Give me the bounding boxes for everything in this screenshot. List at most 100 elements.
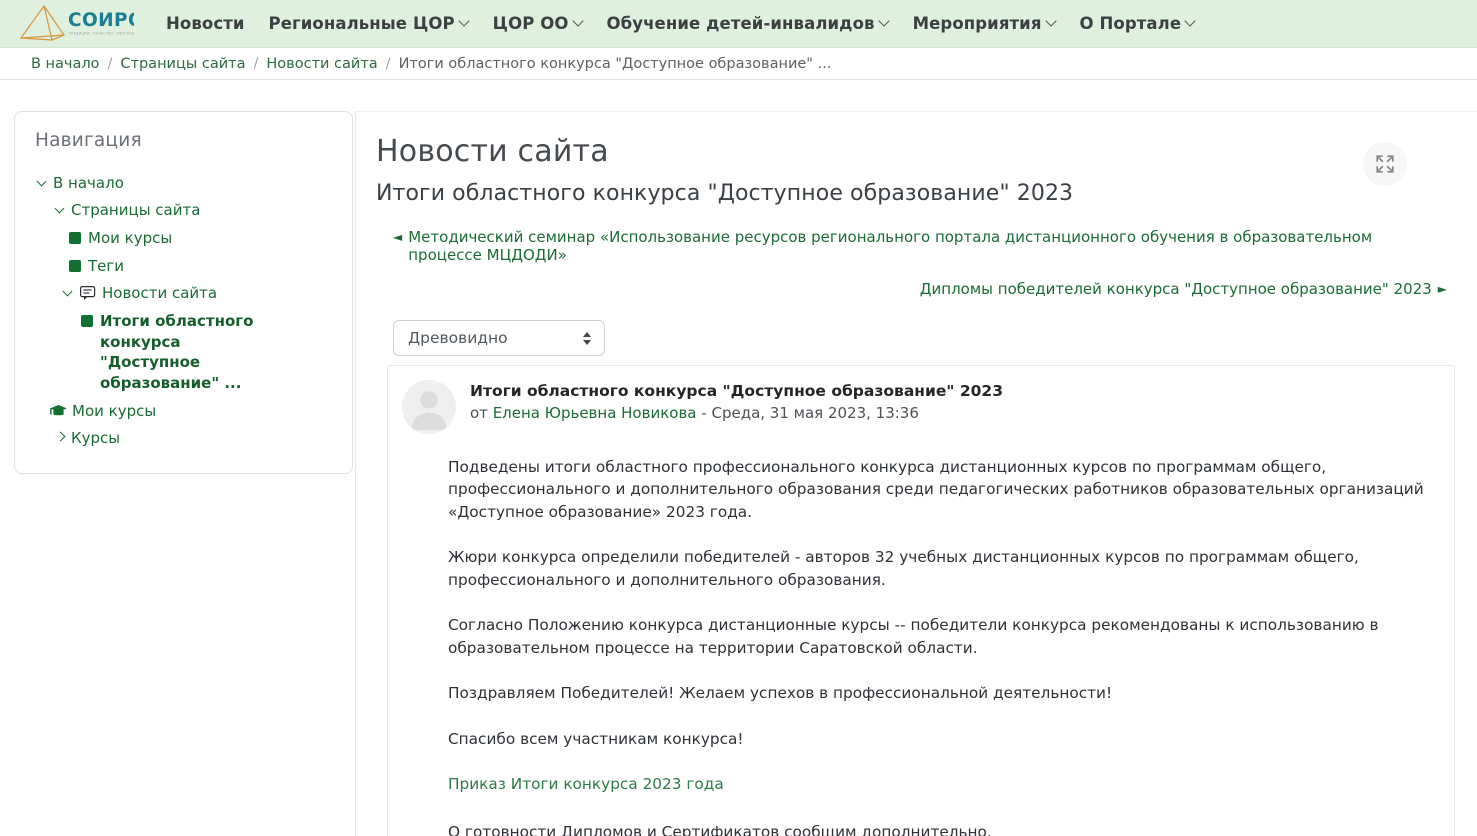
fullscreen-expand-button[interactable]	[1363, 142, 1407, 186]
nav-label: Обучение детей-инвалидов	[606, 14, 875, 33]
chevron-down-icon	[880, 17, 889, 26]
forum-icon	[79, 284, 97, 302]
by-prefix: от	[470, 404, 488, 422]
nav-label: Региональные ЦОР	[268, 14, 455, 33]
breadcrumb-item-current: Итоги областного конкурса "Доступное обр…	[398, 55, 832, 72]
breadcrumb-bar: В начало / Страницы сайта / Новости сайт…	[0, 48, 1477, 80]
post-header: Итоги областного конкурса "Доступное обр…	[402, 380, 1438, 434]
nav-item-regionalnye-cor[interactable]: Региональные ЦОР	[257, 8, 481, 39]
navigation-block: Навигация В начало Страницы сайта Мои ку…	[14, 111, 353, 474]
breadcrumb-separator: /	[107, 55, 113, 72]
post-paragraph: Подведены итоги областного профессиональ…	[448, 458, 1424, 521]
avatar[interactable]	[402, 380, 456, 434]
chevron-down-icon	[1186, 17, 1195, 26]
sidebar-item-label: Новости сайта	[102, 284, 218, 303]
site-logo[interactable]: СОИРО ТРАДИЦИИ · КАЧЕСТВО · ПЕРСПЕКТИВЫ	[16, 2, 134, 46]
arrow-left-icon: ◄	[393, 230, 403, 244]
fullscreen-expand-icon	[1376, 155, 1394, 173]
post-meta: Итоги областного конкурса "Доступное обр…	[470, 380, 1003, 422]
chevron-down-icon[interactable]	[61, 283, 77, 301]
sidebar-item-label: Страницы сайта	[71, 201, 201, 220]
nav-item-cor-oo[interactable]: ЦОР ОО	[481, 8, 595, 39]
nav-item-meropriyatiya[interactable]: Мероприятия	[901, 8, 1068, 39]
svg-text:ТРАДИЦИИ · КАЧЕСТВО · ПЕРСПЕКТ: ТРАДИЦИИ · КАЧЕСТВО · ПЕРСПЕКТИВЫ	[68, 31, 134, 35]
green-square-icon	[69, 231, 81, 244]
meta-separator: -	[701, 404, 707, 422]
chevron-down-icon[interactable]	[35, 173, 51, 191]
post-paragraph: Жюри конкурса определили победителей - а…	[448, 548, 1359, 589]
display-mode-row: Древовидно	[376, 320, 1455, 356]
select-stepper-icon	[583, 331, 591, 345]
svg-text:СОИРО: СОИРО	[68, 10, 134, 31]
soiro-logo-icon: СОИРО ТРАДИЦИИ · КАЧЕСТВО · ПЕРСПЕКТИВЫ	[19, 4, 134, 41]
content-header: Новости сайта Итоги областного конкурса …	[376, 134, 1455, 206]
chevron-down-icon[interactable]	[53, 200, 69, 218]
sidebar-item-home[interactable]: В начало	[35, 169, 336, 197]
nav-label: О Портале	[1079, 14, 1182, 33]
graduation-cap-icon	[49, 402, 67, 420]
sidebar-item-my-courses-pages[interactable]: Мои курсы	[35, 224, 336, 252]
post-byline: от Елена Юрьевна Новикова - Среда, 31 ма…	[470, 404, 1003, 422]
main-navigation: Новости Региональные ЦОР ЦОР ОО Обучение…	[154, 8, 1477, 39]
nav-label: Новости	[166, 14, 245, 33]
display-mode-select[interactable]: Древовидно	[393, 320, 605, 356]
previous-discussion-link[interactable]: ◄ Методический семинар «Использование ре…	[393, 228, 1447, 264]
discussion-navigation: ◄ Методический семинар «Использование ре…	[376, 228, 1455, 298]
nav-label: ЦОР ОО	[492, 14, 569, 33]
page-title: Новости сайта	[376, 134, 609, 169]
navigation-tree: В начало Страницы сайта Мои курсы Теги Н…	[35, 169, 336, 453]
sidebar-item-current-discussion[interactable]: Итоги областного конкурса "Доступное обр…	[35, 307, 285, 397]
post-closing-paragraph: О готовности Дипломов и Сертификатов соо…	[448, 822, 992, 836]
breadcrumb-separator: /	[253, 55, 259, 72]
sidebar-item-site-news[interactable]: Новости сайта	[35, 280, 336, 308]
post-author-link[interactable]: Елена Юрьевна Новикова	[493, 404, 697, 422]
navigation-block-title: Навигация	[35, 130, 142, 151]
main-content: Новости сайта Итоги областного конкурса …	[355, 111, 1477, 836]
sidebar-item-tags[interactable]: Теги	[35, 252, 336, 280]
breadcrumb-item-site-news[interactable]: Новости сайта	[266, 56, 377, 72]
post-paragraph: Спасибо всем участникам конкурса!	[448, 729, 744, 748]
post-paragraph: Согласно Положению конкурса дистанционны…	[448, 616, 1379, 657]
arrow-right-icon: ►	[1437, 282, 1447, 296]
sidebar-item-site-pages[interactable]: Страницы сайта	[35, 197, 336, 225]
post-body: Подведены итоги областного профессиональ…	[402, 434, 1438, 836]
next-discussion-link[interactable]: Дипломы победителей конкурса "Доступное …	[393, 280, 1447, 298]
post-title: Итоги областного конкурса "Доступное обр…	[470, 382, 1003, 400]
previous-discussion-label: Методический семинар «Использование ресу…	[408, 228, 1373, 264]
display-mode-value: Древовидно	[408, 329, 508, 347]
nav-item-novosti[interactable]: Новости	[154, 8, 257, 39]
nav-item-o-portale[interactable]: О Портале	[1068, 8, 1208, 39]
sidebar-item-label: Мои курсы	[88, 228, 173, 247]
title-group: Новости сайта Итоги областного конкурса …	[376, 134, 1073, 206]
breadcrumb-item-home[interactable]: В начало	[31, 56, 100, 72]
next-discussion-label: Дипломы победителей конкурса "Доступное …	[919, 280, 1432, 298]
sidebar-item-label: Мои курсы	[72, 401, 157, 420]
chevron-down-icon	[460, 17, 469, 26]
post-attachment-link[interactable]: Приказ Итоги конкурса 2023 года	[448, 775, 724, 793]
sidebar-item-label: Итоги областного конкурса "Доступное обр…	[100, 311, 254, 392]
forum-post: Итоги областного конкурса "Доступное обр…	[387, 365, 1455, 836]
discussion-title: Итоги областного конкурса "Доступное обр…	[376, 181, 1074, 206]
user-avatar-placeholder-icon	[402, 380, 456, 434]
chevron-right-icon[interactable]	[53, 428, 69, 446]
site-header: СОИРО ТРАДИЦИИ · КАЧЕСТВО · ПЕРСПЕКТИВЫ …	[0, 0, 1477, 48]
chevron-down-icon	[1047, 17, 1056, 26]
chevron-down-icon	[574, 17, 583, 26]
nav-label: Мероприятия	[912, 14, 1042, 33]
sidebar-item-courses[interactable]: Курсы	[35, 425, 336, 453]
breadcrumb: В начало / Страницы сайта / Новости сайт…	[31, 56, 831, 72]
sidebar: Навигация В начало Страницы сайта Мои ку…	[0, 111, 355, 474]
sidebar-item-label: Курсы	[71, 429, 121, 448]
breadcrumb-item-site-pages[interactable]: Страницы сайта	[120, 56, 245, 72]
green-square-icon	[69, 259, 81, 272]
post-date: Среда, 31 мая 2023, 13:36	[711, 404, 919, 422]
sidebar-item-label: Теги	[88, 256, 125, 275]
sidebar-item-my-courses[interactable]: Мои курсы	[35, 397, 336, 425]
post-attachment-paragraph: Приказ Итоги конкурса 2023 года	[448, 773, 1438, 795]
page-body: Навигация В начало Страницы сайта Мои ку…	[0, 80, 1477, 836]
sidebar-item-label: В начало	[53, 173, 124, 192]
nav-item-obuchenie-detey-invalidov[interactable]: Обучение детей-инвалидов	[595, 8, 901, 39]
post-paragraph: Поздравляем Победителей! Желаем успехов …	[448, 684, 1113, 703]
green-square-icon	[81, 314, 93, 327]
breadcrumb-separator: /	[385, 55, 391, 72]
